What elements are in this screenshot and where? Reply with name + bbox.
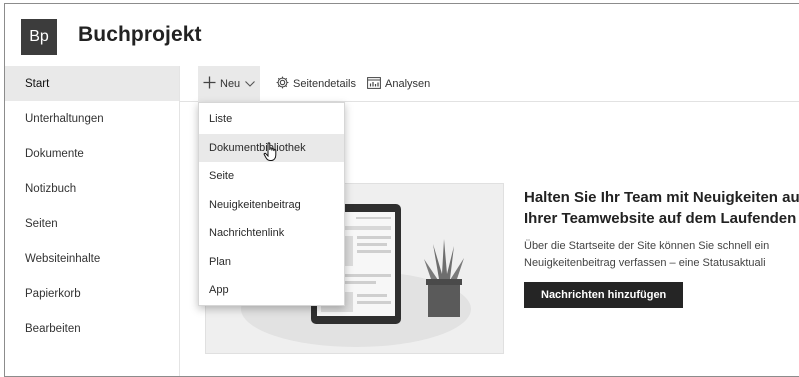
gear-icon bbox=[276, 76, 289, 93]
nav-item-bearbeiten[interactable]: Bearbeiten bbox=[5, 311, 179, 346]
nav-item-notizbuch[interactable]: Notizbuch bbox=[5, 171, 179, 206]
sharepoint-window: Bp Buchprojekt Start Unterhaltungen Doku… bbox=[4, 3, 799, 377]
menu-item-neuigkeitenbeitrag[interactable]: Neuigkeitenbeitrag bbox=[199, 191, 344, 220]
promo-title-line1: Halten Sie Ihr Team mit Neuigkeiten au bbox=[524, 189, 799, 206]
promo-desc-line1: Über die Startseite der Site können Sie … bbox=[524, 240, 770, 252]
chevron-down-icon bbox=[245, 79, 256, 90]
promo-desc-line2: Neuigkeitenbeitrag verfassen – eine Stat… bbox=[524, 257, 766, 269]
nav-item-unterhaltungen[interactable]: Unterhaltungen bbox=[5, 101, 179, 136]
add-news-button[interactable]: Nachrichten hinzufügen bbox=[524, 282, 684, 308]
left-navigation: Start Unterhaltungen Dokumente Notizbuch… bbox=[5, 66, 180, 376]
plus-icon bbox=[203, 76, 216, 93]
promo-description: Über die Startseite der Site können Sie … bbox=[524, 238, 799, 272]
page-details-label: Seitendetails bbox=[293, 78, 356, 90]
menu-item-nachrichtenlink[interactable]: Nachrichtenlink bbox=[199, 219, 344, 248]
new-menu: Liste Dokumentbibliothek Seite Neuigkeit… bbox=[198, 102, 345, 306]
menu-item-liste[interactable]: Liste bbox=[199, 105, 344, 134]
nav-item-websiteinhalte[interactable]: Websiteinhalte bbox=[5, 241, 179, 276]
promo-title-line2: Ihrer Teamwebsite auf dem Laufenden bbox=[524, 210, 797, 227]
new-button-label: Neu bbox=[220, 78, 241, 90]
nav-item-dokumente[interactable]: Dokumente bbox=[5, 136, 179, 171]
chart-icon bbox=[367, 76, 381, 93]
menu-item-app[interactable]: App bbox=[199, 276, 344, 305]
menu-item-plan[interactable]: Plan bbox=[199, 248, 344, 277]
analytics-label: Analysen bbox=[385, 78, 431, 90]
site-title[interactable]: Buchprojekt bbox=[78, 23, 202, 47]
command-bar: Neu Seitendetails Analysen bbox=[180, 66, 799, 102]
new-button[interactable]: Neu bbox=[198, 66, 261, 102]
hand-pointer-icon bbox=[263, 142, 279, 167]
site-header: Bp Buchprojekt bbox=[5, 4, 799, 66]
analytics-button[interactable]: Analysen bbox=[367, 66, 430, 102]
page-details-button[interactable]: Seitendetails bbox=[276, 66, 356, 102]
nav-item-papierkorb[interactable]: Papierkorb bbox=[5, 276, 179, 311]
nav-item-start[interactable]: Start bbox=[5, 66, 179, 101]
site-logo[interactable]: Bp bbox=[21, 19, 57, 55]
news-promo: Halten Sie Ihr Team mit Neuigkeiten au I… bbox=[524, 187, 799, 308]
nav-item-seiten[interactable]: Seiten bbox=[5, 206, 179, 241]
